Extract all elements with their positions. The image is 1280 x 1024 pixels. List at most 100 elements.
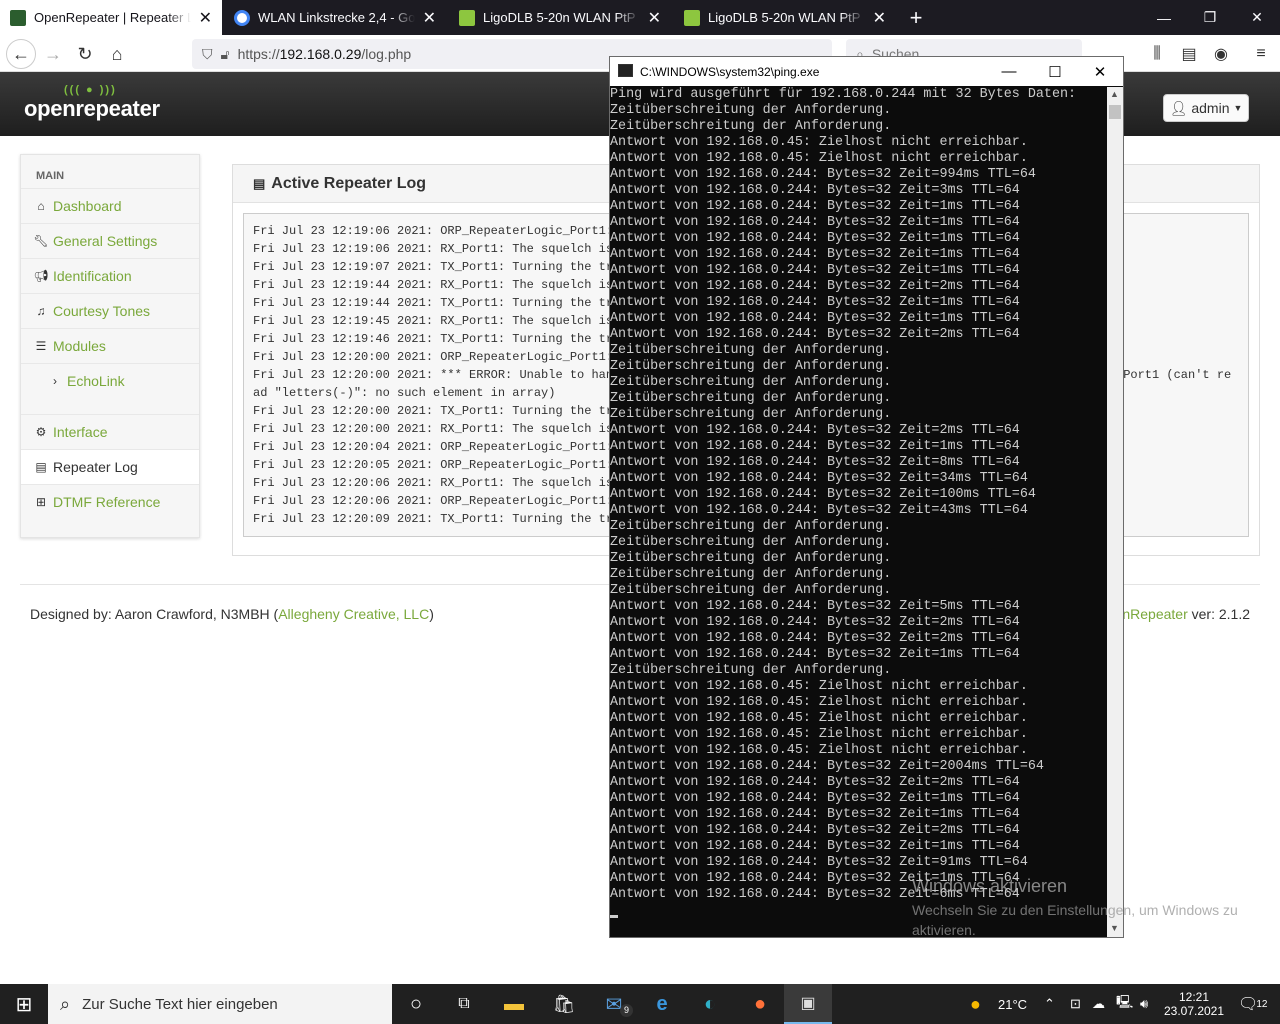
- sidebar-heading: MAIN: [36, 170, 65, 182]
- openrepeater-favicon: [10, 9, 26, 26]
- log-error-tail: _Port1 (can't re: [1116, 368, 1232, 382]
- tab-ligo-1[interactable]: LigoDLB 5-20n WLAN PtP Link ✕: [449, 0, 671, 35]
- caret-down-icon: ▼: [1233, 103, 1243, 113]
- console-line: Antwort von 192.168.0.244: Bytes=32 Zeit…: [610, 295, 1020, 310]
- menu-icon[interactable]: ≡: [1246, 39, 1276, 69]
- console-line: Zeitüberschreitung der Anforderung.: [610, 375, 892, 390]
- google-favicon: [234, 9, 250, 26]
- weather-temp[interactable]: 21°C: [998, 984, 1027, 1024]
- sidebar-item-dashboard[interactable]: ⌂ Dashboard: [21, 188, 199, 223]
- console-line: Ping wird ausgeführt für 192.168.0.244 m…: [610, 87, 1077, 102]
- start-icon[interactable]: ⊞: [0, 984, 48, 1024]
- firefox-icon[interactable]: ●: [736, 984, 784, 1024]
- sidebar-item-interface[interactable]: ⚙ Interface: [21, 414, 199, 449]
- close-window-icon[interactable]: ✕: [1234, 0, 1280, 35]
- chevron-up-icon[interactable]: ⌃: [1044, 984, 1055, 1024]
- cortana-icon[interactable]: ○: [392, 984, 440, 1024]
- console-line: Antwort von 192.168.0.244: Bytes=32 Zeit…: [610, 791, 1020, 806]
- company-link[interactable]: Allegheny Creative, LLC: [278, 606, 429, 622]
- activation-watermark-text: Wechseln Sie zu den Einstellungen, um Wi…: [912, 902, 1238, 938]
- close-icon[interactable]: ✕: [199, 8, 212, 28]
- sidebar-item-repeater-log[interactable]: ▤ Repeater Log: [21, 449, 199, 484]
- browser-tab-strip: OpenRepeater | Repeater Log ✕ WLAN Links…: [0, 0, 1280, 35]
- console-line: Antwort von 192.168.0.244: Bytes=32 Zeit…: [610, 215, 1020, 230]
- tab-ligo-2[interactable]: LigoDLB 5-20n WLAN PtP Link ✕: [674, 0, 896, 35]
- console-line: Antwort von 192.168.0.244: Bytes=32 Zeit…: [610, 631, 1020, 646]
- sidebar-item-modules[interactable]: ☰ Modules: [21, 328, 199, 363]
- new-tab-button[interactable]: +: [900, 0, 932, 35]
- grid-icon: ⊞: [35, 495, 47, 509]
- list-alt-icon: ▤: [35, 460, 47, 474]
- onedrive-icon[interactable]: ☁: [1092, 984, 1105, 1024]
- reload-icon[interactable]: ↻: [70, 39, 100, 69]
- edge-icon[interactable]: ◐: [686, 984, 734, 1024]
- scroll-up-icon[interactable]: ▲: [1110, 89, 1119, 99]
- text-cursor: [610, 915, 618, 918]
- console-title-bar[interactable]: C:\WINDOWS\system32\ping.exe — ☐ ✕: [610, 57, 1123, 86]
- taskbar-search-placeholder: Zur Suche Text hier eingeben: [82, 995, 278, 1013]
- console-taskbar-icon[interactable]: ▣: [784, 984, 832, 1024]
- mail-icon[interactable]: ✉ 9: [590, 984, 638, 1024]
- store-icon[interactable]: 🛍︎: [540, 984, 588, 1024]
- sidebar-icon[interactable]: ▤: [1174, 39, 1204, 69]
- file-explorer-icon[interactable]: ▬: [490, 984, 538, 1024]
- scroll-thumb[interactable]: [1109, 105, 1121, 119]
- sidebar-item-label: General Settings: [53, 233, 158, 249]
- network-icon[interactable]: 🖳︎: [1116, 984, 1133, 1024]
- account-icon[interactable]: ◉: [1206, 39, 1236, 69]
- console-line: Zeitüberschreitung der Anforderung.: [610, 119, 892, 134]
- ligo-favicon: [684, 9, 700, 26]
- ping-console-window[interactable]: C:\WINDOWS\system32\ping.exe — ☐ ✕ Ping …: [609, 56, 1124, 938]
- lock-warning-icon: 🔓︎: [220, 45, 230, 62]
- sidebar-item-label: Repeater Log: [53, 459, 138, 475]
- close-icon[interactable]: ✕: [1077, 57, 1123, 86]
- home-icon[interactable]: ⌂: [102, 39, 132, 69]
- minimize-icon[interactable]: —: [986, 57, 1032, 86]
- weather-icon[interactable]: ●: [970, 984, 981, 1024]
- clock[interactable]: 12:21 23.07.2021: [1163, 984, 1225, 1024]
- close-icon[interactable]: ✕: [648, 8, 661, 28]
- close-icon[interactable]: ✕: [423, 8, 436, 28]
- cog-icon: ⚙: [35, 425, 47, 439]
- home-icon: ⌂: [37, 199, 45, 213]
- notification-count: 12: [1256, 998, 1268, 1010]
- volume-icon[interactable]: 🔊︎: [1140, 984, 1148, 1024]
- sidebar-item-courtesy-tones[interactable]: ♫ Courtesy Tones: [21, 293, 199, 328]
- console-lines: Ping wird ausgeführt für 192.168.0.244 m…: [610, 87, 1107, 903]
- minimize-icon[interactable]: —: [1141, 0, 1187, 35]
- tab-google[interactable]: WLAN Linkstrecke 2,4 - Google ✕: [224, 0, 446, 35]
- notifications-icon[interactable]: 🗨︎ 12: [1238, 984, 1267, 1024]
- back-icon[interactable]: ←: [6, 39, 36, 69]
- console-output[interactable]: Ping wird ausgeführt für 192.168.0.244 m…: [610, 87, 1107, 937]
- user-icon: 👤︎: [1169, 99, 1188, 116]
- sidebar-item-identification[interactable]: 📢︎ Identification: [21, 258, 199, 293]
- restore-icon[interactable]: ❐: [1187, 0, 1233, 35]
- admin-menu-button[interactable]: 👤︎ admin ▼: [1163, 94, 1249, 122]
- sidebar-item-dtmf-reference[interactable]: ⊞ DTMF Reference: [21, 484, 199, 519]
- forward-icon[interactable]: →: [38, 39, 68, 69]
- tab-label: LigoDLB 5-20n WLAN PtP Link: [483, 10, 640, 25]
- sidebar-item-echolink[interactable]: › EchoLink: [21, 363, 199, 398]
- close-icon[interactable]: ✕: [873, 8, 886, 28]
- clock-date: 23.07.2021: [1163, 1004, 1225, 1018]
- console-line: Antwort von 192.168.0.244: Bytes=32 Zeit…: [610, 503, 1028, 518]
- tab-openrepeater[interactable]: OpenRepeater | Repeater Log ✕: [0, 0, 222, 35]
- console-line: Antwort von 192.168.0.244: Bytes=32 Zeit…: [610, 231, 1020, 246]
- console-line: Antwort von 192.168.0.45: Zielhost nicht…: [610, 727, 1028, 742]
- console-scrollbar[interactable]: ▲ ▼: [1107, 87, 1123, 937]
- sidebar-item-general-settings[interactable]: 🔧︎ General Settings: [21, 223, 199, 258]
- mail-badge: 9: [620, 1004, 633, 1017]
- library-icon[interactable]: ⫼: [1142, 39, 1172, 69]
- url-prefix: https://: [237, 46, 280, 62]
- meet-now-icon[interactable]: ⊡: [1070, 984, 1081, 1024]
- console-line: Antwort von 192.168.0.45: Zielhost nicht…: [610, 695, 1028, 710]
- maximize-icon[interactable]: ☐: [1032, 57, 1078, 86]
- sidebar-item-label: DTMF Reference: [53, 494, 161, 510]
- windows-taskbar: ⊞ ⌕ Zur Suche Text hier eingeben ○ ⧉ ▬ 🛍…: [0, 984, 1280, 1024]
- openrepeater-logo[interactable]: ((( ● ))) openrepeater: [24, 84, 160, 122]
- task-view-icon[interactable]: ⧉: [440, 984, 488, 1024]
- activation-watermark-title: Windows aktivieren: [912, 876, 1068, 896]
- internet-explorer-icon[interactable]: e: [638, 984, 686, 1024]
- console-line: Antwort von 192.168.0.244: Bytes=32 Zeit…: [610, 647, 1020, 662]
- taskbar-search[interactable]: ⌕ Zur Suche Text hier eingeben: [48, 984, 392, 1024]
